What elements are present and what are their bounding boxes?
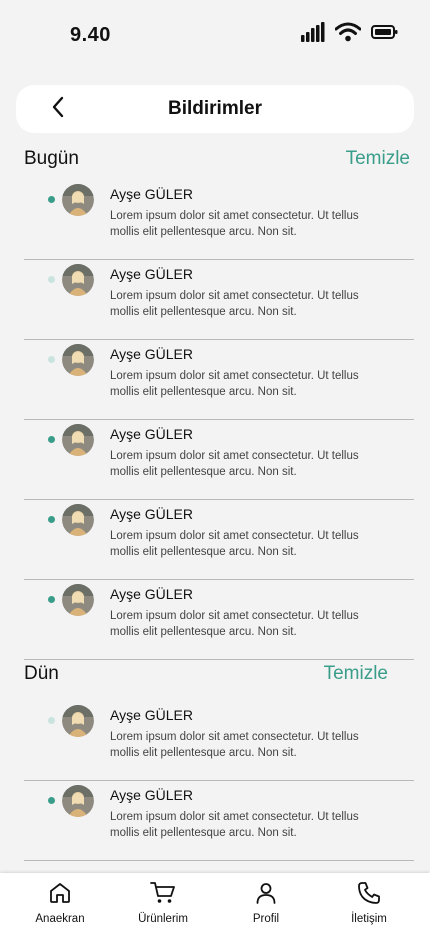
tab-label: Anaekran bbox=[35, 913, 85, 925]
header-bar: Bildirimler bbox=[16, 85, 414, 133]
clear-today-button[interactable]: Temizle bbox=[346, 148, 410, 170]
wifi-icon bbox=[334, 22, 362, 47]
avatar bbox=[62, 584, 94, 616]
battery-icon bbox=[371, 24, 398, 45]
notification-item[interactable]: Ayşe GÜLER Lorem ipsum dolor sit amet co… bbox=[24, 781, 414, 861]
cart-icon bbox=[150, 881, 176, 910]
notification-item[interactable]: Ayşe GÜLER Lorem ipsum dolor sit amet co… bbox=[24, 260, 414, 340]
notification-item[interactable]: Ayşe GÜLER Lorem ipsum dolor sit amet co… bbox=[24, 701, 414, 781]
notification-message: Lorem ipsum dolor sit amet consectetur. … bbox=[110, 450, 359, 478]
unread-dot bbox=[48, 596, 55, 603]
tab-products[interactable]: Ürünlerim bbox=[118, 881, 208, 929]
page-title: Bildirimler bbox=[168, 98, 262, 119]
tab-label: Ürünlerim bbox=[138, 913, 188, 925]
notification-item[interactable]: Ayşe GÜLER Lorem ipsum dolor sit amet co… bbox=[24, 420, 414, 500]
notification-message: Lorem ipsum dolor sit amet consectetur. … bbox=[110, 530, 359, 558]
status-icons bbox=[301, 22, 398, 47]
section-title: Dün bbox=[24, 663, 59, 684]
notification-sender: Ayşe GÜLER bbox=[110, 186, 193, 202]
user-icon bbox=[254, 881, 278, 910]
section-header-yesterday: Dün Temizle bbox=[24, 660, 388, 688]
notification-message: Lorem ipsum dolor sit amet consectetur. … bbox=[110, 370, 359, 398]
notification-sender: Ayşe GÜLER bbox=[110, 787, 193, 803]
avatar bbox=[62, 264, 94, 296]
unread-dot bbox=[48, 196, 55, 203]
notification-sender: Ayşe GÜLER bbox=[110, 346, 193, 362]
unread-dot bbox=[48, 436, 55, 443]
unread-dot bbox=[48, 516, 55, 523]
notification-sender: Ayşe GÜLER bbox=[110, 266, 193, 282]
notification-sender: Ayşe GÜLER bbox=[110, 506, 193, 522]
notification-item[interactable]: Ayşe GÜLER Lorem ipsum dolor sit amet co… bbox=[24, 580, 414, 660]
status-bar: 9.40 bbox=[0, 0, 430, 70]
section-title: Bugün bbox=[24, 148, 79, 169]
avatar bbox=[62, 705, 94, 737]
clear-yesterday-button[interactable]: Temizle bbox=[324, 663, 388, 685]
notification-message: Lorem ipsum dolor sit amet consectetur. … bbox=[110, 210, 359, 238]
notification-item[interactable]: Ayşe GÜLER Lorem ipsum dolor sit amet co… bbox=[24, 500, 414, 580]
tab-profile[interactable]: Profil bbox=[221, 881, 311, 929]
phone-icon bbox=[357, 881, 381, 910]
notification-item[interactable]: Ayşe GÜLER Lorem ipsum dolor sit amet co… bbox=[24, 180, 414, 260]
read-dot bbox=[48, 717, 55, 724]
avatar bbox=[62, 785, 94, 817]
notification-message: Lorem ipsum dolor sit amet consectetur. … bbox=[110, 290, 359, 318]
tab-label: İletişim bbox=[351, 913, 387, 925]
tab-label: Profil bbox=[252, 913, 280, 925]
tab-contact[interactable]: İletişim bbox=[324, 881, 414, 929]
bottom-tab-bar: Anaekran Ürünlerim Profil İletişim bbox=[0, 873, 430, 932]
avatar bbox=[62, 504, 94, 536]
read-dot bbox=[48, 356, 55, 363]
read-dot bbox=[48, 276, 55, 283]
notification-message: Lorem ipsum dolor sit amet consectetur. … bbox=[110, 610, 359, 638]
avatar bbox=[62, 424, 94, 456]
notification-message: Lorem ipsum dolor sit amet consectetur. … bbox=[110, 811, 359, 839]
unread-dot bbox=[48, 797, 55, 804]
section-header-today: Bugün Temizle bbox=[24, 145, 410, 173]
notification-sender: Ayşe GÜLER bbox=[110, 426, 193, 442]
home-icon bbox=[48, 881, 72, 910]
notification-item[interactable]: Ayşe GÜLER Lorem ipsum dolor sit amet co… bbox=[24, 340, 414, 420]
avatar bbox=[62, 184, 94, 216]
notification-sender: Ayşe GÜLER bbox=[110, 707, 193, 723]
cellular-signal-icon bbox=[301, 22, 325, 47]
notification-sender: Ayşe GÜLER bbox=[110, 586, 193, 602]
notification-message: Lorem ipsum dolor sit amet consectetur. … bbox=[110, 731, 359, 759]
avatar bbox=[62, 344, 94, 376]
status-time: 9.40 bbox=[70, 24, 111, 46]
tab-home[interactable]: Anaekran bbox=[15, 881, 105, 929]
